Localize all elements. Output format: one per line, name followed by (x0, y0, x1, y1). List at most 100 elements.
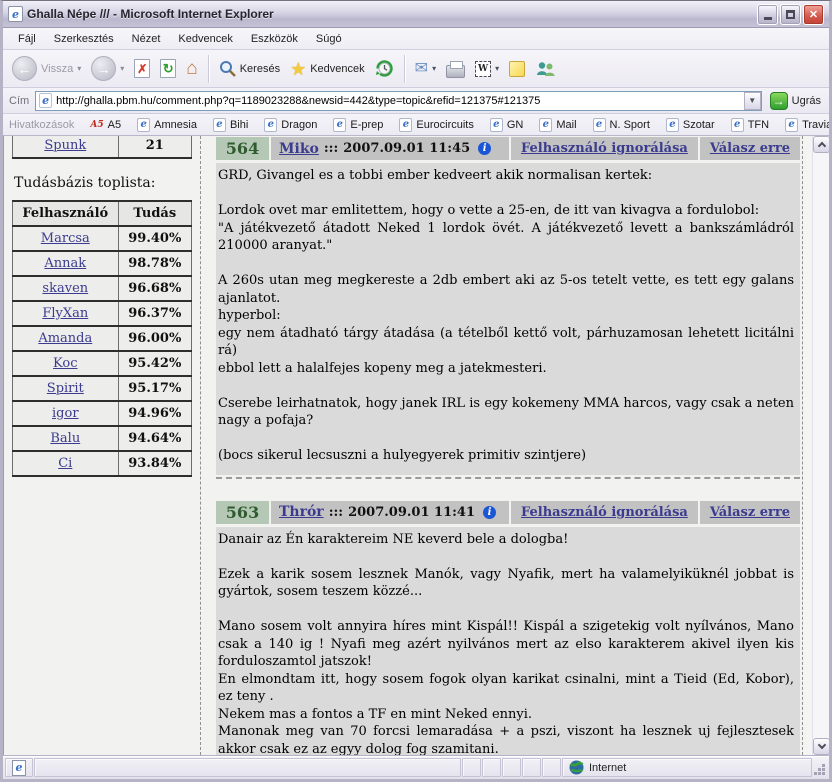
stop-button[interactable]: ✗ (129, 53, 155, 85)
link-gn[interactable]: eGN (482, 118, 532, 132)
link-tfn[interactable]: e TFN (723, 118, 777, 132)
links-bar: Hivatkozások A5A5 eAmnesia eBihi eDragon… (3, 114, 829, 136)
edit-dropdown-icon[interactable]: ▾ (495, 64, 499, 73)
menu-view[interactable]: Nézet (123, 30, 170, 48)
ie-favicon: e (593, 118, 606, 132)
search-button[interactable]: Keresés (214, 53, 285, 85)
scroll-down-button[interactable] (813, 738, 829, 755)
post-author-link[interactable]: Miko (279, 141, 319, 157)
window-title: Ghalla Népe /// - Microsoft Internet Exp… (27, 7, 757, 21)
post-563: 563 Thrór ::: 2007.09.01 11:41 i Felhasz… (216, 501, 800, 756)
forward-button[interactable]: → ▾ (86, 53, 129, 85)
post-author-link[interactable]: Thrór (279, 504, 324, 520)
ie-e-glyph: e (669, 119, 675, 130)
user-link[interactable]: skaven (42, 281, 88, 296)
ie-e-glyph: e (16, 761, 23, 774)
link-eurocircuits[interactable]: eEurocircuits (391, 118, 481, 132)
link-bihi[interactable]: eBihi (205, 118, 256, 132)
mail-dropdown-icon[interactable]: ▾ (432, 64, 436, 73)
post-separator: ::: (329, 505, 343, 520)
info-icon[interactable]: i (483, 506, 496, 519)
link-eprep[interactable]: eE-prep (325, 118, 391, 132)
history-icon (375, 59, 394, 78)
ie-favicon: e (731, 118, 744, 132)
post-datetime: 2007.09.01 11:41 (348, 505, 475, 520)
menu-tools[interactable]: Eszközök (242, 30, 307, 48)
title-bar: e Ghalla Népe /// - Microsoft Internet E… (3, 1, 829, 28)
messenger-button[interactable] (530, 53, 561, 85)
link-mail[interactable]: eMail (531, 118, 584, 132)
maximize-button[interactable] (780, 4, 801, 25)
post-header: 563 Thrór ::: 2007.09.01 11:41 i Felhasz… (216, 501, 800, 524)
table-row: igor94.96% (13, 401, 192, 426)
mail-button[interactable]: ✉ ▾ (410, 53, 441, 85)
ie-favicon: e (137, 118, 150, 132)
address-bar: Cím e http://ghalla.pbm.hu/comment.php?q… (3, 88, 829, 114)
ignore-user-link[interactable]: Felhasználó ignorálása (511, 501, 698, 524)
ignore-user-link[interactable]: Felhasználó ignorálása (511, 137, 698, 160)
reply-link[interactable]: Válasz erre (700, 501, 800, 524)
link-label: N. Sport (610, 119, 650, 131)
user-link[interactable]: Balu (50, 431, 80, 446)
print-icon (446, 65, 465, 78)
internet-globe-icon (569, 760, 584, 775)
user-link[interactable]: Koc (53, 356, 77, 371)
edit-button[interactable]: W ▾ (470, 53, 504, 85)
link-label: Amnesia (154, 119, 197, 131)
ie-e-glyph: e (337, 119, 343, 130)
address-label: Cím (7, 95, 31, 107)
link-nsport[interactable]: e N. Sport (585, 118, 658, 132)
print-button[interactable] (441, 53, 470, 85)
user-link[interactable]: Annak (44, 256, 86, 271)
back-dropdown-icon[interactable]: ▾ (77, 64, 81, 73)
search-icon (219, 60, 236, 77)
ie-favicon: e (785, 118, 798, 132)
link-amnesia[interactable]: e Amnesia (129, 118, 205, 132)
link-a5[interactable]: A5A5 (82, 119, 129, 131)
reply-link[interactable]: Válasz erre (700, 137, 800, 160)
back-icon: ← (12, 56, 37, 81)
maximize-icon (786, 10, 795, 19)
address-input[interactable]: e http://ghalla.pbm.hu/comment.php?q=118… (35, 91, 761, 111)
home-button[interactable]: ⌂ (181, 53, 202, 85)
user-link[interactable]: Ci (58, 456, 72, 471)
table-row: Spunk 21 (13, 136, 192, 158)
discuss-button[interactable] (504, 53, 530, 85)
user-link[interactable]: Spirit (47, 381, 84, 396)
info-icon[interactable]: i (478, 142, 491, 155)
link-dragon[interactable]: eDragon (256, 118, 325, 132)
close-button[interactable]: ✕ (803, 4, 824, 25)
ie-favicon: e (399, 118, 412, 132)
address-dropdown-button[interactable]: ▼ (744, 92, 761, 110)
ie-e-glyph: e (493, 119, 499, 130)
address-url[interactable]: http://ghalla.pbm.hu/comment.php?q=11890… (56, 95, 743, 107)
table-row: Balu94.64% (13, 426, 192, 451)
menu-help[interactable]: Súgó (307, 30, 351, 48)
forward-dropdown-icon[interactable]: ▾ (120, 64, 124, 73)
link-szotar[interactable]: eSzotar (658, 118, 723, 132)
favorites-button[interactable]: ★ Kedvencek (285, 53, 370, 85)
go-button[interactable]: → Ugrás (766, 92, 825, 110)
user-link[interactable]: igor (52, 406, 79, 421)
back-button[interactable]: ← Vissza ▾ (7, 53, 86, 85)
resize-grip[interactable] (813, 758, 827, 777)
user-score: 96.37% (118, 301, 191, 326)
scroll-up-button[interactable] (813, 136, 829, 153)
user-link[interactable]: FlyXan (42, 306, 88, 321)
menu-file[interactable]: Fájl (9, 30, 45, 48)
vertical-scrollbar[interactable] (812, 136, 829, 755)
user-link-spunk[interactable]: Spunk (44, 138, 86, 153)
minimize-button[interactable] (757, 4, 778, 25)
page-content: Spunk 21 Tudásbázis toplista: Felhasznál… (3, 136, 829, 755)
refresh-button[interactable]: ↻ (155, 53, 181, 85)
link-label: TFN (748, 119, 769, 131)
user-score: 96.68% (118, 276, 191, 301)
user-link[interactable]: Amanda (38, 331, 92, 346)
menu-edit[interactable]: Szerkesztés (45, 30, 123, 48)
history-button[interactable] (370, 53, 399, 85)
posts-area: 564 Miko ::: 2007.09.01 11:45 i Felhaszn… (201, 136, 803, 755)
menu-favorites[interactable]: Kedvencek (169, 30, 241, 48)
table-row: FlyXan 96.37% (13, 301, 192, 326)
user-link[interactable]: Marcsa (41, 231, 90, 246)
link-travian[interactable]: eTravian (777, 118, 829, 132)
